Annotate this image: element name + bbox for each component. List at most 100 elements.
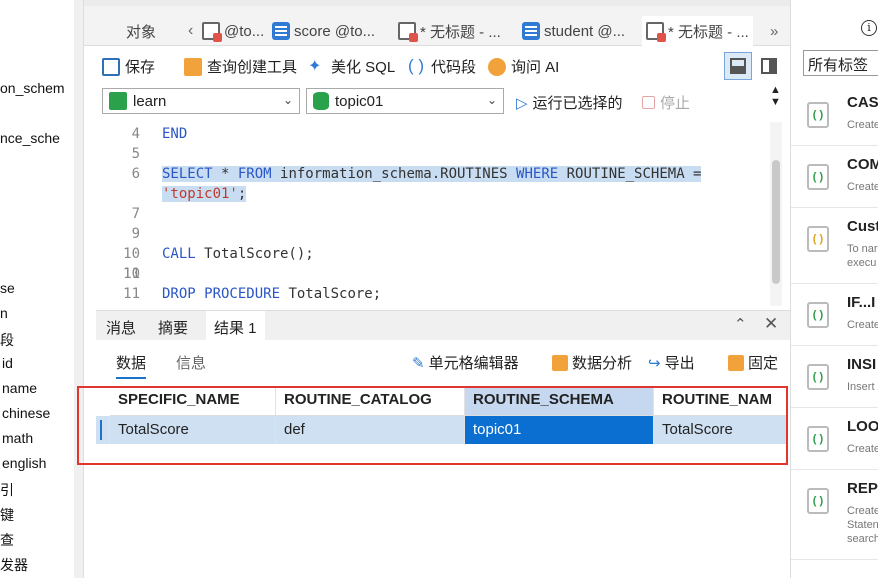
line-number: 4 xyxy=(131,126,140,142)
code-line-select: SELECT * FROM information_schema.ROUTINE… xyxy=(162,166,702,182)
info-icon[interactable]: i xyxy=(861,20,877,36)
tree-item[interactable]: math xyxy=(2,430,33,446)
export-button[interactable]: ↪ 导出 xyxy=(648,352,695,373)
cell-editor-button[interactable]: ✎ 单元格编辑器 xyxy=(412,352,519,373)
connection-select[interactable]: learn ⌄ xyxy=(102,88,300,114)
tree-item[interactable]: chinese xyxy=(2,405,50,421)
line-number: 10 xyxy=(123,266,140,282)
collapse-icon[interactable]: ⌃ xyxy=(734,315,747,333)
tab-student[interactable]: student @... xyxy=(518,16,629,46)
subtab-info[interactable]: 信息 xyxy=(176,352,206,373)
line-number: 5 xyxy=(131,146,140,162)
stop-button[interactable]: 停止 xyxy=(642,92,690,113)
snippet-icon: ( ) xyxy=(807,488,829,514)
snippet-item[interactable]: ( ) CAS Create xyxy=(791,84,878,146)
tree-item[interactable]: english xyxy=(2,455,46,471)
tree-item[interactable]: name xyxy=(2,380,37,396)
query-icon xyxy=(398,22,418,42)
save-button[interactable]: 保存 xyxy=(102,56,155,77)
subtab-data[interactable]: 数据 xyxy=(116,352,147,379)
object-tree: on_schem nce_sche se n 段 id name chinese… xyxy=(0,0,74,578)
tab-score[interactable]: score @to... xyxy=(268,16,379,46)
table-icon xyxy=(522,22,540,40)
line-number: 10 xyxy=(123,246,140,262)
tree-item[interactable]: on_schem xyxy=(0,80,65,96)
tab-summary[interactable]: 摘要 xyxy=(158,317,188,338)
close-icon[interactable]: ✕ xyxy=(764,314,778,334)
chevron-down-icon: ⌄ xyxy=(486,93,497,107)
tab-query-1[interactable]: @to... xyxy=(198,16,268,46)
snippet-item[interactable]: ( ) IF...I Create xyxy=(791,284,878,346)
database-select[interactable]: topic01 ⌄ xyxy=(306,88,504,114)
layout-vertical-button[interactable] xyxy=(756,52,784,80)
snippet-icon: ( ) xyxy=(807,102,829,128)
tab-untitled-1[interactable]: * 无标题 - ... xyxy=(394,16,505,46)
query-builder-button[interactable]: 查询创建工具 xyxy=(184,56,297,77)
query-builder-icon xyxy=(184,57,202,76)
stop-icon xyxy=(642,96,655,109)
highlight-annotation xyxy=(77,386,788,465)
snippet-item[interactable]: ( ) LOO Create xyxy=(791,408,878,470)
analysis-icon xyxy=(552,354,568,371)
tree-item[interactable]: id xyxy=(2,355,13,371)
tab-result-1[interactable]: 结果 1 xyxy=(206,311,265,341)
code-line-call: CALL TotalScore(); xyxy=(162,246,314,262)
pin-button[interactable]: 固定 xyxy=(728,352,778,373)
tree-scrollbar[interactable] xyxy=(74,0,84,578)
layout-vertical-icon xyxy=(761,58,777,74)
code-snippet-button[interactable]: ( ) 代码段 xyxy=(408,56,476,77)
line-number: 11 xyxy=(123,286,140,302)
save-icon xyxy=(102,57,120,76)
layout-horizontal-icon xyxy=(730,58,746,74)
snippet-icon: ( ) xyxy=(807,164,829,190)
snippet-icon: ( ) xyxy=(807,302,829,328)
database-icon xyxy=(313,92,329,110)
tree-item[interactable]: nce_sche xyxy=(0,130,60,146)
query-icon xyxy=(646,22,666,42)
snippet-icon: ( ) xyxy=(807,226,829,252)
code-line: END xyxy=(162,126,188,142)
tag-filter-select[interactable]: 所有标签 xyxy=(803,50,878,76)
tree-item[interactable]: 发器 xyxy=(0,555,28,575)
ai-icon xyxy=(488,57,506,76)
play-icon: ▷ xyxy=(516,94,528,112)
beautify-sql-button[interactable]: ✦ 美化 SQL xyxy=(308,56,395,77)
snippet-icon: ( ) xyxy=(807,426,829,452)
chevron-down-icon: ⌄ xyxy=(282,93,293,107)
tree-item[interactable]: 查 xyxy=(0,530,14,550)
tab-messages[interactable]: 消息 xyxy=(106,317,136,338)
sql-editor[interactable]: 4 END 5 6 SELECT * FROM information_sche… xyxy=(100,122,768,306)
tab-objects[interactable]: 对象 xyxy=(122,16,160,46)
tree-item[interactable]: 段 xyxy=(0,330,14,350)
tab-untitled-active[interactable]: * 无标题 - ... xyxy=(642,16,753,46)
snippet-item[interactable]: ( ) INSI Insert xyxy=(791,346,878,408)
tab-bar: 对象 ‹ @to... score @to... * 无标题 - ... stu… xyxy=(84,6,790,46)
code-line-string: 'topic01'; xyxy=(162,186,247,202)
snippet-item[interactable]: ( ) COM Create xyxy=(791,146,878,208)
ask-ai-button[interactable]: 询问 AI xyxy=(488,56,559,77)
tree-item[interactable]: se xyxy=(0,280,15,296)
tree-item[interactable]: 引 xyxy=(0,480,14,500)
line-number: 9 xyxy=(131,226,140,242)
tree-item[interactable]: n xyxy=(0,305,8,321)
data-analysis-button[interactable]: 数据分析 xyxy=(552,352,632,373)
code-snippet-icon: ( ) xyxy=(408,55,425,75)
snippet-panel: i 所有标签 ( ) CAS Create ( ) COM Create ( )… xyxy=(790,0,878,578)
snippet-icon: ( ) xyxy=(807,364,829,390)
pin-icon xyxy=(728,354,744,371)
line-number: 6 xyxy=(131,166,140,182)
line-number: 7 xyxy=(131,206,140,222)
snippet-item[interactable]: ( ) Cust To nar execu xyxy=(791,208,878,284)
editor-scroll-thumb[interactable] xyxy=(772,160,780,284)
tab-scroll-right-icon[interactable]: » xyxy=(766,16,782,46)
tree-item[interactable]: 键 xyxy=(0,505,14,525)
result-tab-bar: 消息 摘要 结果 1 ⌃ ✕ xyxy=(96,310,790,341)
query-icon xyxy=(202,22,222,42)
layout-horizontal-button[interactable] xyxy=(724,52,752,80)
connection-icon xyxy=(109,92,127,110)
tab-scroll-left-icon[interactable]: ‹ xyxy=(184,16,197,46)
editor-toolbar: 保存 查询创建工具 ✦ 美化 SQL ( ) 代码段 询问 AI xyxy=(96,50,786,86)
snippet-item[interactable]: ( ) REPI Create Staten search xyxy=(791,470,878,560)
run-selected-button[interactable]: ▷ 运行已选择的 xyxy=(516,92,623,113)
toolbar-overflow-icon[interactable]: ▲ ▼ xyxy=(770,84,781,108)
